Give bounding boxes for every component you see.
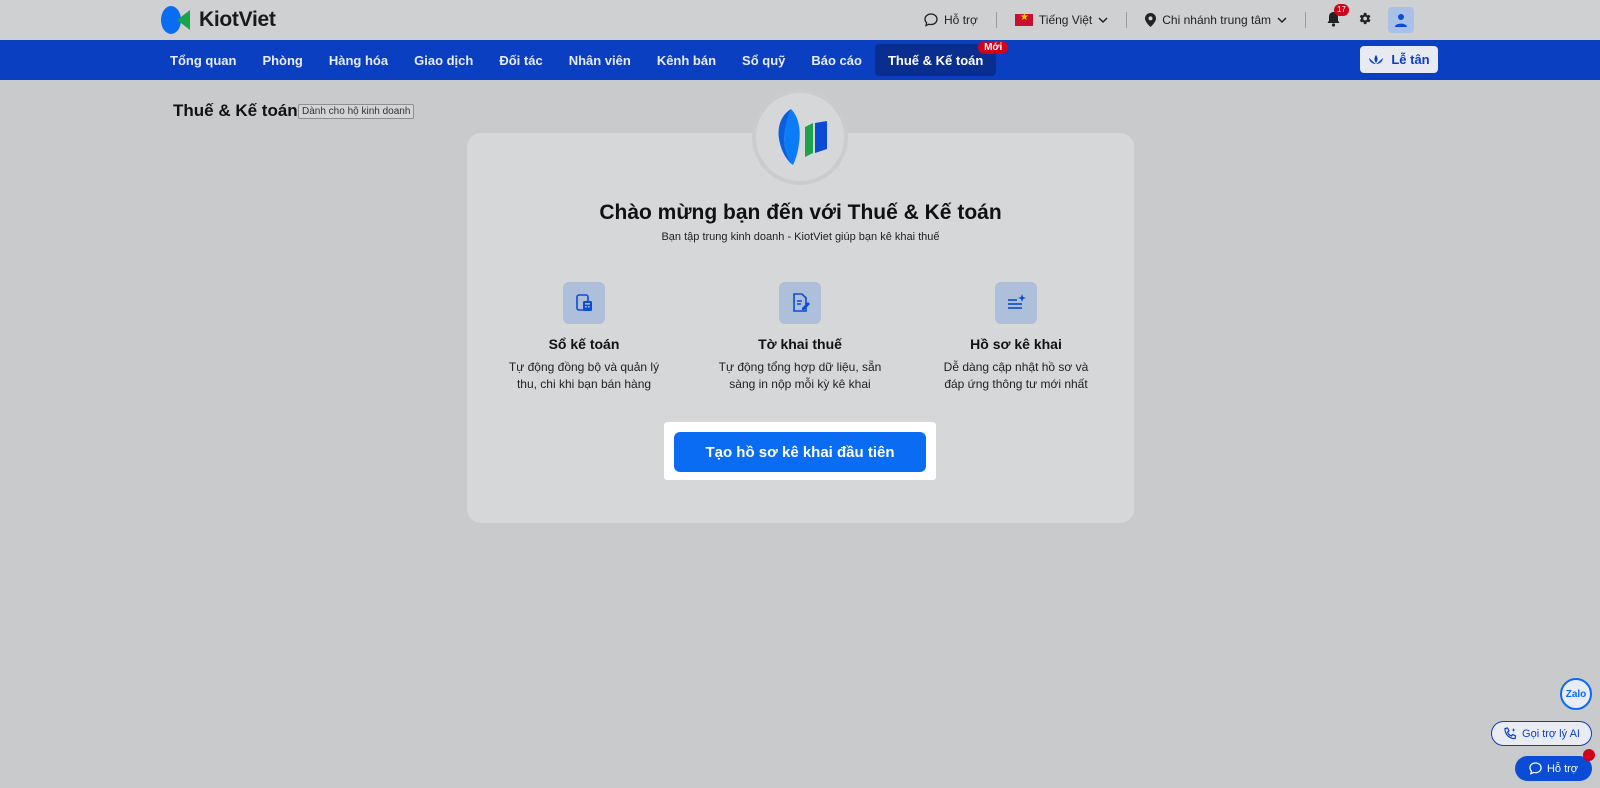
divider	[1305, 12, 1306, 28]
feature-accounting-book: Sổ kế toán Tự động đồng bộ và quản lý th…	[494, 282, 674, 393]
ai-assistant-label: Gọi trợ lý AI	[1522, 727, 1580, 740]
nav-item-staff[interactable]: Nhân viên	[556, 44, 644, 76]
phone-sparkle-icon	[1504, 726, 1517, 739]
settings-button[interactable]	[1357, 11, 1372, 29]
reception-label: Lễ tân	[1391, 52, 1430, 67]
top-right-menu: Hỗ trợ Tiếng Việt Chi nhánh trung tâm 17	[924, 0, 1414, 40]
document-edit-icon	[779, 282, 821, 324]
divider	[995, 12, 997, 28]
feature-description: Tự động đồng bộ và quản lý thu, chi khi …	[494, 359, 674, 393]
zalo-button[interactable]: Zalo	[1560, 678, 1592, 710]
feature-description-line: Dễ dàng cập nhật hồ sơ và	[943, 360, 1089, 374]
vietnam-flag-icon	[1014, 12, 1033, 26]
notification-count-badge: 17	[1334, 3, 1349, 16]
top-bar: KiotViet Hỗ trợ Tiếng Việt Chi nhánh tru…	[0, 0, 1600, 40]
business-type-tag: Dành cho hộ kinh doanh	[298, 104, 415, 119]
create-first-declaration-button[interactable]: Tạo hồ sơ kê khai đầu tiên	[674, 432, 926, 472]
hero-logo	[752, 89, 848, 185]
kiotviet-logo[interactable]: KiotViet	[159, 5, 276, 35]
welcome-subtitle: Bạn tập trung kinh doanh - KiotViet giúp…	[661, 231, 940, 243]
feature-title: Sổ kế toán	[548, 336, 620, 352]
branch-label: Chi nhánh trung tâm	[1162, 13, 1271, 27]
language-label: Tiếng Việt	[1038, 13, 1093, 27]
notification-button[interactable]: 17	[1326, 3, 1349, 30]
feature-description: Dễ dàng cập nhật hồ sơ và đáp ứng thông …	[926, 359, 1106, 393]
help-chat-label: Hỗ trợ	[1546, 762, 1579, 775]
lotus-icon	[1369, 54, 1384, 64]
reception-button[interactable]: Lễ tân	[1360, 46, 1438, 73]
feature-description-line: thu, chi khi bạn bán hàng	[516, 377, 652, 391]
location-pin-icon	[1145, 13, 1157, 27]
nav-item-reports[interactable]: Báo cáo	[798, 44, 875, 76]
welcome-heading: Chào mừng bạn đến với Thuế & Kế toán	[599, 201, 1002, 224]
feature-title: Tờ khai thuế	[758, 336, 842, 352]
kiotviet-logo-icon	[161, 6, 190, 34]
feature-declaration-profile: Hồ sơ kê khai Dễ dàng cập nhật hồ sơ và …	[926, 282, 1106, 393]
chat-bubble-icon	[1529, 762, 1542, 775]
feature-title: Hồ sơ kê khai	[970, 336, 1062, 352]
feature-tax-return: Tờ khai thuế Tự động tổng hợp dữ liệu, s…	[710, 282, 890, 393]
nav-item-tax-accounting[interactable]: Thuế & Kế toán Mới	[874, 41, 1009, 76]
new-badge: Mới	[978, 41, 1009, 54]
branch-selector[interactable]: Chi nhánh trung tâm	[1145, 13, 1287, 27]
calculator-icon	[563, 282, 605, 324]
feature-description-line: sàng in nộp mỗi kỳ kê khai	[729, 377, 871, 391]
avatar[interactable]	[1388, 7, 1414, 33]
tax-accounting-logo-icon	[778, 109, 827, 165]
feature-description-line: Tự động đồng bộ và quản lý	[508, 360, 660, 374]
feature-description-line: đáp ứng thông tư mới nhất	[944, 377, 1088, 391]
ai-assistant-button[interactable]: Gọi trợ lý AI	[1491, 721, 1592, 746]
support-link[interactable]: Hỗ trợ	[924, 13, 978, 27]
nav-item-partners[interactable]: Đối tác	[486, 44, 555, 76]
help-chat-button[interactable]: Hỗ trợ	[1515, 756, 1592, 781]
main-navigation: Tổng quan Phòng Hàng hóa Giao dịch Đối t…	[0, 40, 1600, 80]
unread-dot	[1583, 749, 1595, 761]
chevron-down-icon	[1277, 17, 1287, 24]
brand-name: KiotViet	[199, 8, 276, 31]
chevron-down-icon	[1098, 17, 1108, 24]
nav-item-sales-channels[interactable]: Kênh bán	[644, 44, 729, 76]
nav-item-transactions[interactable]: Giao dịch	[401, 44, 486, 76]
list-sparkle-icon	[995, 282, 1037, 324]
nav-item-cashbook[interactable]: Sổ quỹ	[729, 44, 798, 76]
language-selector[interactable]: Tiếng Việt	[1014, 12, 1108, 27]
feature-description-line: Tự động tổng hợp dữ liệu, sẵn	[718, 360, 882, 374]
nav-item-tax-accounting-label: Thuế & Kế toán	[887, 52, 984, 68]
gear-icon	[1359, 12, 1371, 25]
support-label: Hỗ trợ	[944, 13, 978, 27]
feature-description: Tự động tổng hợp dữ liệu, sẵn sàng in nộ…	[710, 359, 890, 393]
nav-item-products[interactable]: Hàng hóa	[316, 44, 401, 76]
divider	[1126, 12, 1128, 28]
nav-item-overview[interactable]: Tổng quan	[157, 44, 249, 76]
page-title: Thuế & Kế toán	[173, 101, 298, 120]
chat-bubble-icon	[924, 13, 938, 27]
nav-item-rooms[interactable]: Phòng	[249, 44, 315, 76]
user-icon	[1395, 14, 1407, 27]
